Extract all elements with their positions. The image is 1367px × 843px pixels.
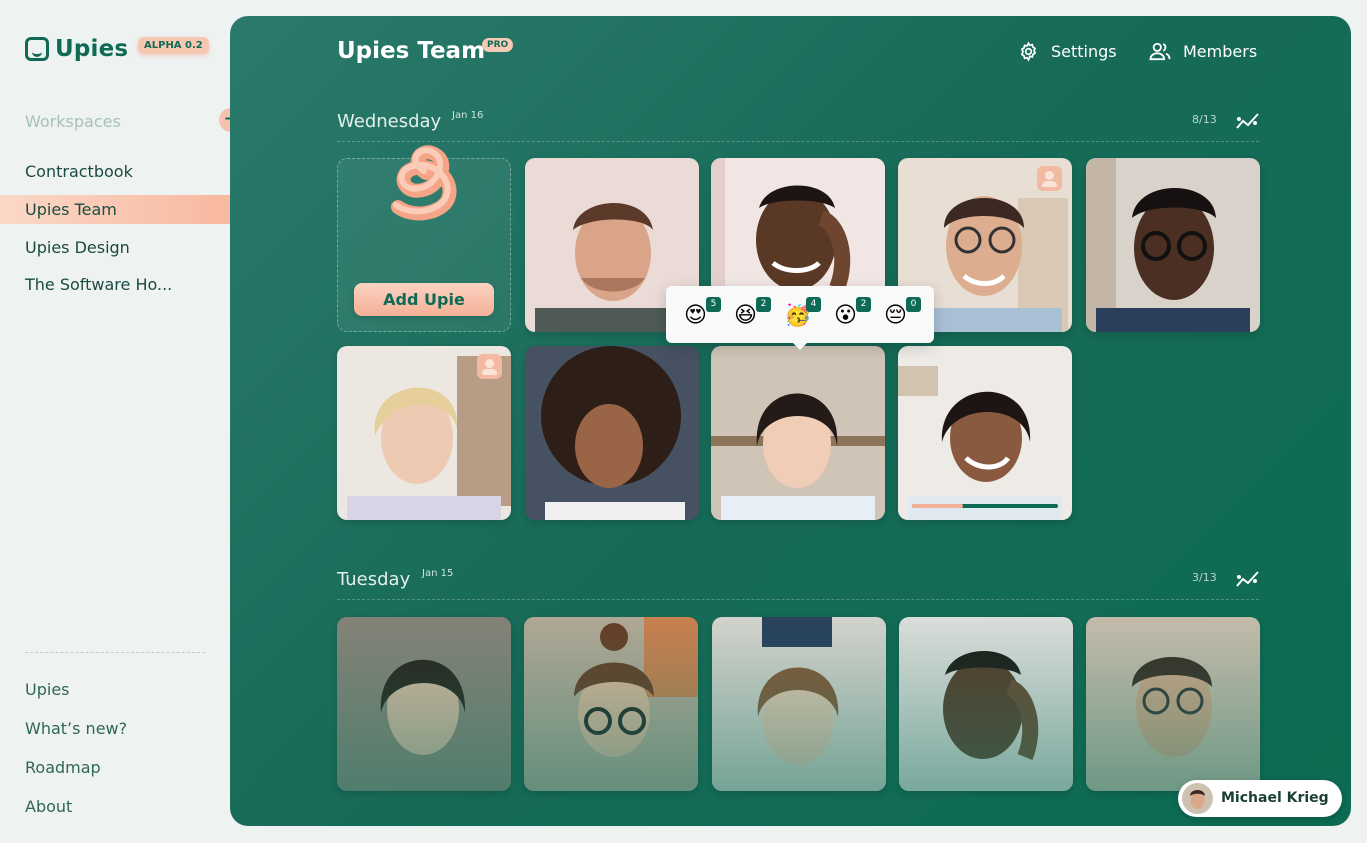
video-thumbnail bbox=[712, 617, 886, 791]
footer-link-upies[interactable]: Upies bbox=[25, 680, 70, 699]
avatar bbox=[1182, 783, 1213, 814]
user-badge-icon bbox=[477, 354, 502, 379]
video-tile[interactable] bbox=[524, 617, 698, 791]
current-user-chip[interactable]: Michael Krieg bbox=[1178, 780, 1342, 817]
sidebar-item-upies-design[interactable]: Upies Design bbox=[25, 238, 130, 257]
page-title: Upies Team bbox=[337, 38, 486, 64]
version-badge: ALPHA 0.2 bbox=[138, 37, 209, 54]
reaction-heart-eyes[interactable]: 😍 5 bbox=[684, 297, 721, 333]
video-tile[interactable] bbox=[337, 617, 511, 791]
day-divider bbox=[337, 141, 1259, 142]
day-title-tuesday: Tuesday bbox=[337, 569, 411, 590]
main-panel: Upies Team PRO Settings Members Wednesda… bbox=[230, 16, 1351, 826]
reaction-laughing[interactable]: 😆 2 bbox=[734, 297, 771, 333]
video-thumbnail bbox=[898, 346, 1072, 520]
video-thumbnail bbox=[524, 617, 698, 791]
app-name: Upies bbox=[55, 36, 129, 62]
gear-icon bbox=[1020, 41, 1037, 62]
video-thumbnail bbox=[525, 346, 699, 520]
video-tile[interactable] bbox=[1086, 617, 1260, 791]
reaction-count: 2 bbox=[756, 297, 771, 312]
video-thumbnail bbox=[1086, 158, 1260, 332]
footer-link-about[interactable]: About bbox=[25, 797, 72, 816]
members-icon bbox=[1149, 42, 1171, 61]
app-window: Upies ALPHA 0.2 Workspaces + Contractboo… bbox=[0, 0, 1367, 843]
sidebar-item-upies-team[interactable]: Upies Team bbox=[25, 200, 117, 219]
video-tile[interactable] bbox=[1086, 158, 1260, 332]
day-count-tuesday: 3/13 bbox=[1192, 571, 1217, 584]
user-badge-icon bbox=[1037, 166, 1062, 191]
reaction-emoji: 😮 bbox=[834, 303, 857, 328]
reaction-count: 4 bbox=[806, 297, 821, 312]
current-user-name: Michael Krieg bbox=[1221, 790, 1329, 806]
video-tile[interactable] bbox=[525, 346, 699, 520]
reaction-emoji: 😔 bbox=[884, 303, 907, 328]
reaction-emoji: 😆 bbox=[734, 303, 757, 328]
footer-link-roadmap[interactable]: Roadmap bbox=[25, 758, 101, 777]
video-tile[interactable] bbox=[711, 346, 885, 520]
video-tile[interactable] bbox=[898, 346, 1072, 520]
playback-progress-bar[interactable] bbox=[912, 504, 1058, 508]
reactions-popover: 😍 5 😆 2 🥳 4 😮 2 😔 0 bbox=[666, 286, 934, 350]
video-tile[interactable] bbox=[712, 617, 886, 791]
reaction-surprised[interactable]: 😮 2 bbox=[834, 297, 871, 333]
trend-icon[interactable] bbox=[1235, 569, 1261, 589]
playback-progress-fill bbox=[912, 504, 964, 508]
footer-link-whats-new[interactable]: What’s new? bbox=[25, 719, 127, 738]
settings-button[interactable]: Settings bbox=[1018, 41, 1117, 62]
day-count-wednesday: 8/13 bbox=[1192, 113, 1217, 126]
add-upie-button[interactable]: Add Upie bbox=[354, 283, 494, 316]
day-title-wednesday: Wednesday bbox=[337, 111, 442, 132]
reaction-count: 0 bbox=[906, 297, 921, 312]
day-date-wednesday: Jan 16 bbox=[452, 110, 484, 121]
video-thumbnail bbox=[1086, 617, 1260, 791]
spiral-illustration bbox=[391, 145, 457, 221]
reaction-pensive[interactable]: 😔 0 bbox=[884, 297, 921, 333]
video-tile[interactable] bbox=[337, 346, 511, 520]
reaction-party[interactable]: 🥳 4 bbox=[784, 297, 821, 333]
sidebar-item-software-house[interactable]: The Software Ho... bbox=[25, 275, 172, 294]
workspaces-label: Workspaces bbox=[25, 112, 121, 131]
video-thumbnail bbox=[899, 617, 1073, 791]
reaction-emoji: 😍 bbox=[684, 303, 707, 328]
video-thumbnail bbox=[711, 346, 885, 520]
members-label: Members bbox=[1183, 41, 1258, 61]
day-date-tuesday: Jan 15 bbox=[422, 568, 454, 579]
video-thumbnail bbox=[337, 617, 511, 791]
add-upie-tile[interactable]: Add Upie bbox=[337, 145, 511, 332]
reaction-count: 5 bbox=[706, 297, 721, 312]
sidebar-divider bbox=[25, 652, 205, 653]
settings-label: Settings bbox=[1051, 42, 1117, 61]
sidebar-item-contractbook[interactable]: Contractbook bbox=[25, 162, 133, 181]
upies-logo-icon bbox=[25, 37, 49, 61]
sidebar: Upies ALPHA 0.2 Workspaces + Contractboo… bbox=[0, 0, 243, 843]
logo: Upies bbox=[25, 36, 128, 62]
members-button[interactable]: Members bbox=[1149, 41, 1257, 61]
video-tile[interactable] bbox=[899, 617, 1073, 791]
day-divider bbox=[337, 599, 1259, 600]
plan-badge: PRO bbox=[482, 38, 514, 52]
reaction-count: 2 bbox=[856, 297, 871, 312]
trend-icon[interactable] bbox=[1235, 111, 1261, 131]
